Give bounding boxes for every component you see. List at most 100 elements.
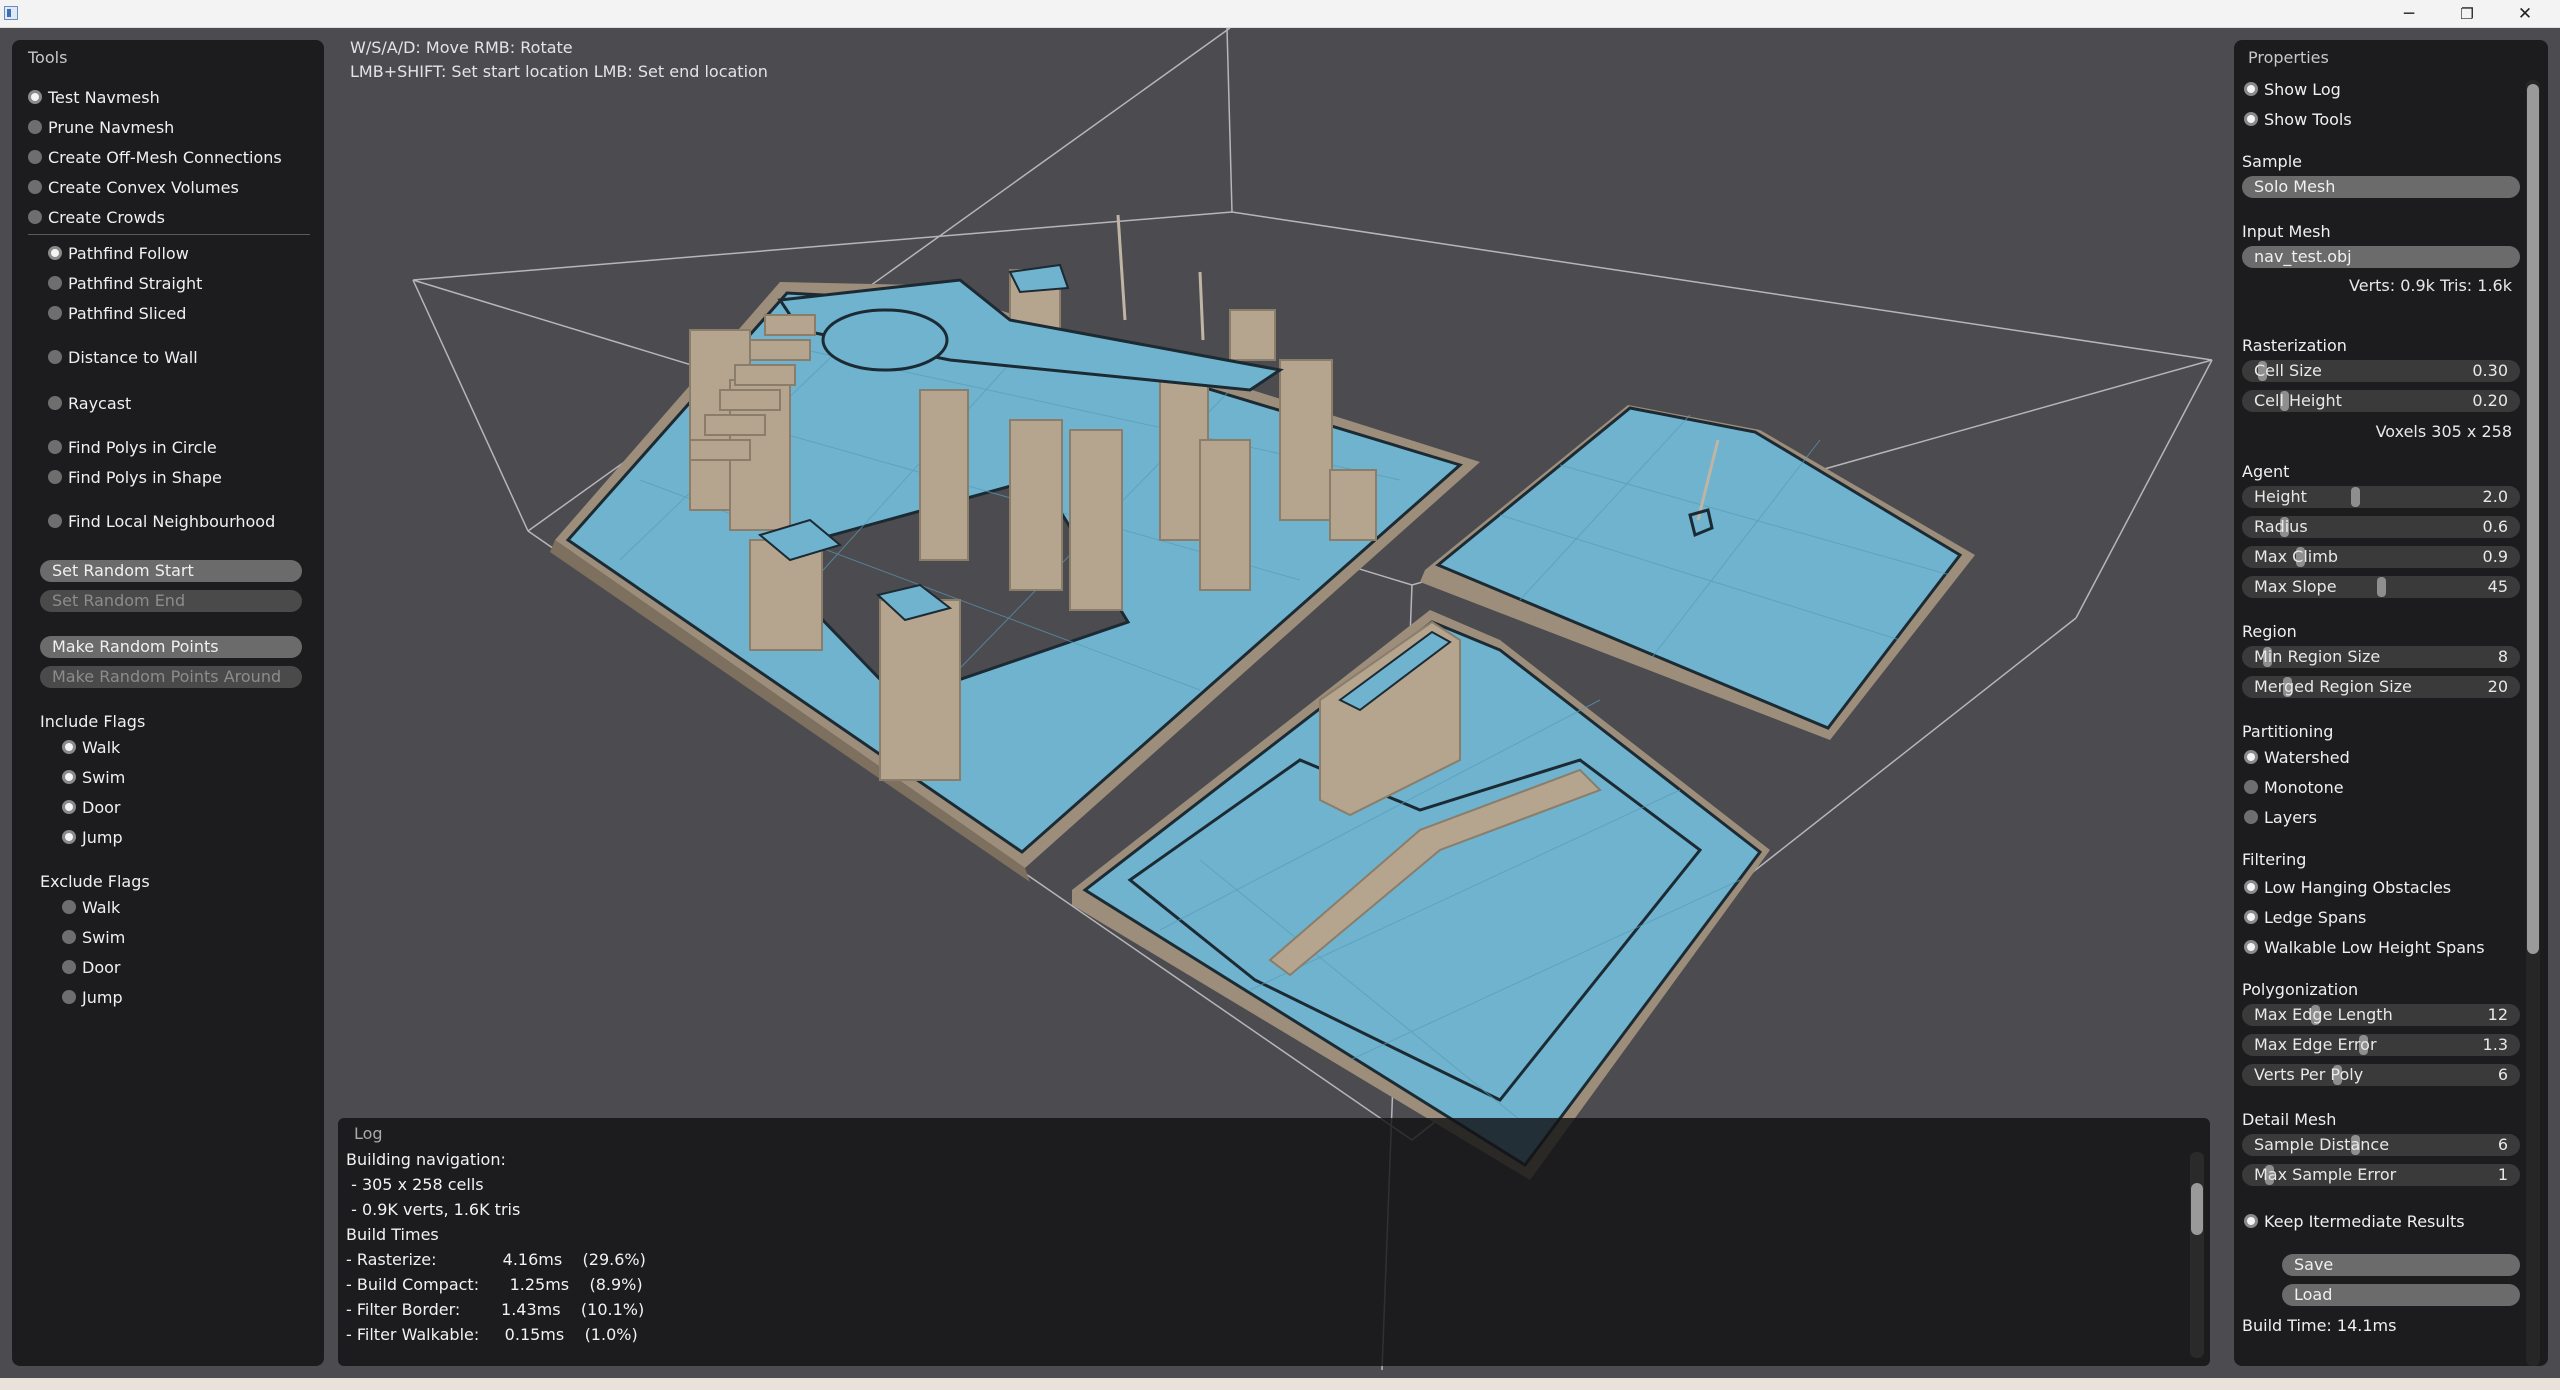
checked-radio-icon[interactable] <box>2244 910 2258 924</box>
log-line: - Filter Walkable: 0.15ms (1.0%) <box>346 1325 638 1344</box>
test-pathfind-straight-label: Pathfind Straight <box>68 273 203 293</box>
exclude-flag-walk[interactable]: Walk <box>62 894 120 920</box>
height-slider[interactable]: Height 2.0 <box>2242 486 2520 508</box>
slider-value: 0.6 <box>2482 517 2508 536</box>
unchecked-radio-icon[interactable] <box>2244 810 2258 824</box>
checked-radio-icon[interactable] <box>2244 940 2258 954</box>
unchecked-radio-icon[interactable] <box>28 180 42 194</box>
test-find-polys-in-circle[interactable]: Find Polys in Circle <box>48 434 217 460</box>
max-slope-slider[interactable]: Max Slope 45 <box>2242 576 2520 598</box>
set-random-start-button[interactable]: Set Random Start <box>40 560 302 582</box>
unchecked-radio-icon[interactable] <box>48 396 62 410</box>
checked-radio-icon[interactable] <box>2244 82 2258 96</box>
include-flag-door-label: Door <box>82 797 121 817</box>
test-pathfind-sliced[interactable]: Pathfind Sliced <box>48 300 186 326</box>
filter-ledge-spans[interactable]: Ledge Spans <box>2244 904 2366 930</box>
slider-value: 45 <box>2487 577 2508 596</box>
max-edge-length-slider[interactable]: Max Edge Length 12 <box>2242 1004 2520 1026</box>
sample-distance-slider[interactable]: Sample Distance 6 <box>2242 1134 2520 1156</box>
taskbar-strip <box>0 1378 2560 1390</box>
close-icon[interactable]: ✕ <box>2496 0 2554 28</box>
properties-scrollbar-thumb[interactable] <box>2527 84 2539 954</box>
log-scrollbar[interactable] <box>2190 1152 2204 1358</box>
unchecked-radio-icon[interactable] <box>48 350 62 364</box>
tool-mode-create-convex-volumes[interactable]: Create Convex Volumes <box>28 174 239 200</box>
exclude-flag-jump[interactable]: Jump <box>62 984 123 1010</box>
sample-select[interactable]: Solo Mesh <box>2242 176 2520 198</box>
test-raycast[interactable]: Raycast <box>48 390 131 416</box>
test-find-polys-in-shape[interactable]: Find Polys in Shape <box>48 464 222 490</box>
partition-watershed-label: Watershed <box>2264 747 2350 767</box>
test-distance-to-wall[interactable]: Distance to Wall <box>48 344 198 370</box>
partition-watershed[interactable]: Watershed <box>2244 744 2350 770</box>
tool-mode-create-off-mesh-connections[interactable]: Create Off-Mesh Connections <box>28 144 282 170</box>
cell-size-slider[interactable]: Cell Size 0.30 <box>2242 360 2520 382</box>
tool-mode-prune-navmesh[interactable]: Prune Navmesh <box>28 114 174 140</box>
test-pathfind-straight[interactable]: Pathfind Straight <box>48 270 202 296</box>
log-line: - 0.9K verts, 1.6K tris <box>346 1200 521 1219</box>
checked-radio-icon[interactable] <box>2244 1214 2258 1228</box>
checked-radio-icon[interactable] <box>28 90 42 104</box>
properties-scrollbar[interactable] <box>2526 80 2540 1366</box>
test-pathfind-sliced-label: Pathfind Sliced <box>68 303 187 323</box>
slider-knob[interactable] <box>2351 487 2361 507</box>
checked-radio-icon[interactable] <box>2244 880 2258 894</box>
max-climb-slider[interactable]: Max Climb 0.9 <box>2242 546 2520 568</box>
partition-monotone[interactable]: Monotone <box>2244 774 2344 800</box>
show-tools-toggle-label: Show Tools <box>2264 109 2352 129</box>
unchecked-radio-icon[interactable] <box>62 930 76 944</box>
test-find-local-neighbourhood[interactable]: Find Local Neighbourhood <box>48 508 275 534</box>
make-random-points-button[interactable]: Make Random Points <box>40 636 302 658</box>
checked-radio-icon[interactable] <box>62 830 76 844</box>
include-flag-jump[interactable]: Jump <box>62 824 123 850</box>
unchecked-radio-icon[interactable] <box>48 276 62 290</box>
unchecked-radio-icon[interactable] <box>28 120 42 134</box>
exclude-flag-swim[interactable]: Swim <box>62 924 125 950</box>
restore-icon[interactable]: ❐ <box>2438 0 2496 28</box>
checked-radio-icon[interactable] <box>2244 750 2258 764</box>
unchecked-radio-icon[interactable] <box>48 470 62 484</box>
test-pathfind-follow[interactable]: Pathfind Follow <box>48 240 189 266</box>
minimize-icon[interactable]: ─ <box>2380 0 2438 28</box>
load-button[interactable]: Load <box>2282 1284 2520 1306</box>
filter-low-hanging-obstacles[interactable]: Low Hanging Obstacles <box>2244 874 2451 900</box>
log-line: - Build Compact: 1.25ms (8.9%) <box>346 1275 643 1294</box>
tool-mode-create-crowds[interactable]: Create Crowds <box>28 204 165 230</box>
include-flag-swim[interactable]: Swim <box>62 764 125 790</box>
min-region-size-slider[interactable]: Min Region Size 8 <box>2242 646 2520 668</box>
slider-knob[interactable] <box>2376 577 2386 597</box>
partition-layers[interactable]: Layers <box>2244 804 2317 830</box>
radius-slider[interactable]: Radius 0.6 <box>2242 516 2520 538</box>
input-mesh-select[interactable]: nav_test.obj <box>2242 246 2520 268</box>
unchecked-radio-icon[interactable] <box>48 306 62 320</box>
checked-radio-icon[interactable] <box>2244 112 2258 126</box>
checked-radio-icon[interactable] <box>48 246 62 260</box>
cell-height-slider[interactable]: Cell Height 0.20 <box>2242 390 2520 412</box>
tool-mode-test-navmesh[interactable]: Test Navmesh <box>28 84 160 110</box>
checked-radio-icon[interactable] <box>62 770 76 784</box>
checked-radio-icon[interactable] <box>62 740 76 754</box>
verts-per-poly-slider[interactable]: Verts Per Poly 6 <box>2242 1064 2520 1086</box>
unchecked-radio-icon[interactable] <box>62 990 76 1004</box>
max-sample-error-slider[interactable]: Max Sample Error 1 <box>2242 1164 2520 1186</box>
include-flag-door[interactable]: Door <box>62 794 120 820</box>
save-button[interactable]: Save <box>2282 1254 2520 1276</box>
keep-intermediate-toggle[interactable]: Keep Itermediate Results <box>2244 1208 2465 1234</box>
show-tools-toggle[interactable]: Show Tools <box>2244 106 2352 132</box>
unchecked-radio-icon[interactable] <box>28 210 42 224</box>
unchecked-radio-icon[interactable] <box>62 900 76 914</box>
merged-region-size-slider[interactable]: Merged Region Size 20 <box>2242 676 2520 698</box>
max-edge-error-slider[interactable]: Max Edge Error 1.3 <box>2242 1034 2520 1056</box>
include-flag-walk[interactable]: Walk <box>62 734 120 760</box>
unchecked-radio-icon[interactable] <box>28 150 42 164</box>
unchecked-radio-icon[interactable] <box>62 960 76 974</box>
unchecked-radio-icon[interactable] <box>2244 780 2258 794</box>
filter-walkable-low-height-spans[interactable]: Walkable Low Height Spans <box>2244 934 2485 960</box>
checked-radio-icon[interactable] <box>62 800 76 814</box>
show-log-toggle[interactable]: Show Log <box>2244 76 2341 102</box>
unchecked-radio-icon[interactable] <box>48 514 62 528</box>
unchecked-radio-icon[interactable] <box>48 440 62 454</box>
exclude-flag-door[interactable]: Door <box>62 954 120 980</box>
log-scrollbar-thumb[interactable] <box>2191 1183 2203 1235</box>
agent-title: Agent <box>2242 462 2290 481</box>
